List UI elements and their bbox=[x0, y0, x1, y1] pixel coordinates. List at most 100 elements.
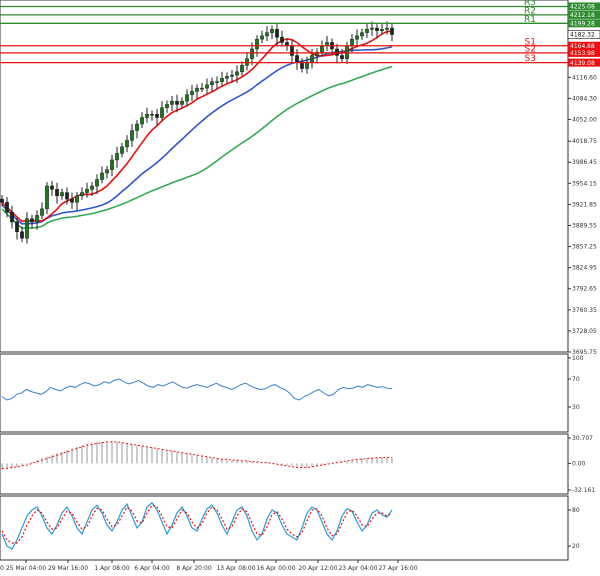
candle-body bbox=[335, 48, 339, 56]
candle-body bbox=[205, 84, 209, 89]
candle-body bbox=[255, 38, 259, 50]
candle-body bbox=[240, 65, 244, 73]
candle-body bbox=[375, 27, 379, 31]
candle-body bbox=[85, 189, 89, 193]
candle-body bbox=[275, 29, 279, 38]
candle-body bbox=[290, 45, 294, 56]
candle-body bbox=[360, 32, 364, 37]
candle-body bbox=[230, 74, 234, 77]
candle-body bbox=[350, 38, 354, 46]
level-label-r1: R1 bbox=[524, 15, 536, 25]
candle-body bbox=[345, 45, 349, 59]
candle-body bbox=[165, 104, 169, 108]
rsi-panel: 100 70 30 bbox=[0, 353, 584, 433]
candle-body bbox=[370, 27, 374, 30]
candle-body bbox=[120, 146, 124, 154]
candle-body bbox=[190, 91, 194, 95]
candle-body bbox=[380, 29, 384, 31]
candle-body bbox=[125, 140, 129, 148]
candle-body bbox=[180, 100, 184, 105]
candle-body bbox=[95, 179, 99, 187]
candle-body bbox=[170, 100, 174, 105]
price-tick-label: 4018.75 bbox=[572, 138, 597, 145]
candle-body bbox=[50, 185, 54, 190]
price-tick-label: 4052.00 bbox=[572, 116, 597, 123]
price-tick-label: 3824.95 bbox=[572, 265, 597, 272]
x-tick-label: 29 Mar 16:00 bbox=[48, 565, 88, 572]
x-tick-label: 1 Apr 08:00 bbox=[94, 565, 129, 572]
rsi-tick-label: 100 bbox=[572, 355, 584, 362]
rsi-frame bbox=[0, 353, 569, 433]
macd-tick-label: 0.00 bbox=[572, 460, 586, 467]
candle-body bbox=[365, 29, 369, 33]
price-panel: 4116.60 4084.30 4052.00 4018.75 3986.45 3954.… bbox=[0, 0, 600, 356]
candle-body bbox=[45, 185, 49, 210]
candle-body bbox=[15, 221, 19, 232]
candle-body bbox=[340, 55, 344, 59]
rsi-tick-label: 70 bbox=[572, 376, 580, 383]
candle-body bbox=[250, 48, 254, 59]
candle-body bbox=[0, 198, 4, 203]
x-tick-label: 13 Apr 08:00 bbox=[216, 565, 255, 572]
price-tick-label: 3857.25 bbox=[572, 244, 597, 251]
level-price-label: 4139.08 bbox=[570, 60, 595, 67]
candle-body bbox=[155, 113, 159, 118]
price-tick-label: 3889.55 bbox=[572, 222, 597, 229]
level-price-label: 4153.98 bbox=[570, 50, 595, 57]
trading-chart: 4116.60 4084.30 4052.00 4018.75 3986.45 3954.… bbox=[0, 0, 600, 572]
level-label-s3: S3 bbox=[525, 54, 536, 64]
candle-body bbox=[65, 192, 69, 200]
level-price-label: 4199.28 bbox=[570, 21, 595, 28]
candle-body bbox=[30, 218, 34, 223]
x-tick-label: 27 Apr 16:00 bbox=[378, 565, 417, 572]
candle-body bbox=[225, 76, 229, 79]
level-price-label: 4225.08 bbox=[570, 4, 595, 11]
macd-panel: 30.707 0.00 -32.161 bbox=[0, 433, 595, 495]
candle-body bbox=[175, 100, 179, 105]
price-tick-label: 3760.35 bbox=[572, 307, 597, 314]
candle-body bbox=[140, 117, 144, 125]
candle-body bbox=[115, 153, 119, 161]
candle-body bbox=[295, 55, 299, 63]
level-price-label: 4212.18 bbox=[570, 12, 595, 19]
candle-body bbox=[90, 185, 94, 190]
candle-body bbox=[215, 81, 219, 83]
macd-tick-label: 30.707 bbox=[572, 435, 593, 442]
macd-tick-label: -32.161 bbox=[572, 487, 595, 494]
price-tick-label: 3986.45 bbox=[572, 159, 597, 166]
candle-body bbox=[60, 192, 64, 197]
x-tick-label: 23 Apr 04:00 bbox=[338, 565, 377, 572]
candle-body bbox=[320, 45, 324, 53]
candle-body bbox=[385, 27, 389, 30]
candle-body bbox=[105, 169, 109, 174]
x-tick-label: 0 bbox=[0, 565, 4, 572]
candle-body bbox=[355, 35, 359, 40]
candle-body bbox=[55, 189, 59, 197]
candle-body bbox=[390, 27, 394, 35]
candle-body bbox=[260, 35, 264, 40]
price-tick-label: 3728.05 bbox=[572, 328, 597, 335]
candle-body bbox=[220, 78, 224, 82]
candle-body bbox=[200, 87, 204, 90]
stochastic-tick-label: 80 bbox=[572, 507, 580, 514]
price-tick-label: 4116.60 bbox=[572, 74, 597, 81]
candle-body bbox=[235, 71, 239, 76]
price-tick-label: 3792.65 bbox=[572, 286, 597, 293]
candle-body bbox=[35, 215, 39, 223]
candle-body bbox=[110, 159, 114, 170]
macd-frame bbox=[0, 433, 569, 495]
candle-body bbox=[160, 107, 164, 118]
candle-body bbox=[150, 113, 154, 116]
candle-body bbox=[70, 198, 74, 203]
rsi-line bbox=[1, 378, 393, 401]
x-tick-label: 6 Apr 04:00 bbox=[134, 565, 169, 572]
candle-body bbox=[310, 55, 314, 63]
candle-body bbox=[5, 202, 9, 213]
candle-body bbox=[75, 195, 79, 203]
candle-body bbox=[195, 87, 199, 92]
x-tick-label: 25 Mar 04:00 bbox=[6, 565, 46, 572]
stochastic-k-line bbox=[1, 501, 393, 550]
candle-body bbox=[20, 231, 24, 239]
candle-body bbox=[10, 211, 14, 223]
candle-body bbox=[135, 123, 139, 131]
